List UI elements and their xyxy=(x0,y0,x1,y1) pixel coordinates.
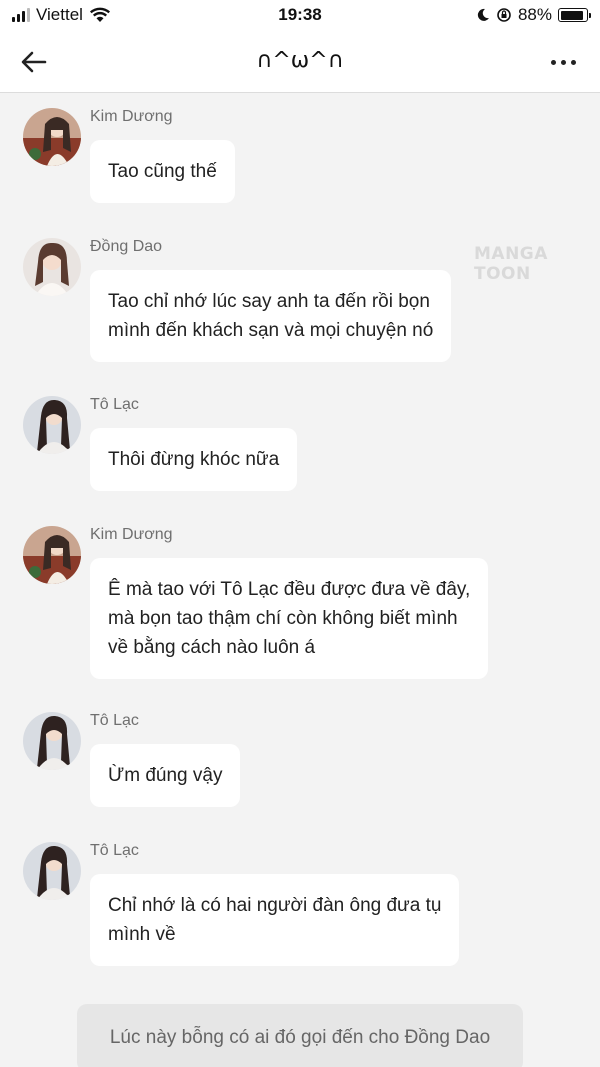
message-bubble[interactable]: Ừm đúng vậy xyxy=(90,744,241,807)
moon-icon xyxy=(477,8,489,21)
battery-fill xyxy=(560,10,583,20)
rotation-lock-icon xyxy=(497,8,511,22)
status-right: 88% xyxy=(476,5,591,25)
sender-name: Tô Lạc xyxy=(90,396,139,413)
sender-name: Kim Dương xyxy=(90,108,173,125)
dot-icon xyxy=(560,59,566,65)
sender-name: Tô Lạc xyxy=(90,712,139,729)
avatar[interactable] xyxy=(23,396,81,454)
message-bubble[interactable]: Ê mà tao với Tô Lạc đều được đưa về đây,… xyxy=(90,558,489,679)
watermark: MANGA TOON xyxy=(474,244,548,284)
battery-percent: 88% xyxy=(517,5,552,24)
avatar[interactable] xyxy=(23,238,81,296)
message-bubble[interactable]: Tao cũng thế xyxy=(90,140,235,203)
dot-icon xyxy=(550,59,556,65)
avatar[interactable] xyxy=(23,712,81,770)
message-bubble[interactable]: Tao chỉ nhớ lúc say anh ta đến rồi bọn m… xyxy=(90,270,452,362)
avatar[interactable] xyxy=(23,842,81,900)
status-bar: Viettel 19:38 88% xyxy=(0,0,600,30)
message-bubble[interactable]: Thôi đừng khóc nữa xyxy=(90,428,298,491)
avatar[interactable] xyxy=(23,108,81,166)
dot-icon xyxy=(570,59,576,65)
more-options-button[interactable] xyxy=(548,52,578,72)
message-bubble[interactable]: Chỉ nhớ là có hai người đàn ông đưa tụ m… xyxy=(90,874,460,966)
narration-bubble[interactable]: Lúc này bỗng có ai đó gọi đến cho Đồng D… xyxy=(77,1004,523,1067)
avatar[interactable] xyxy=(23,526,81,584)
battery-icon xyxy=(558,8,591,22)
nav-bar: ∩^ω^∩ xyxy=(0,30,600,93)
sender-name: Đồng Dao xyxy=(90,238,163,255)
sender-name: Kim Dương xyxy=(90,526,173,543)
sender-name: Tô Lạc xyxy=(90,842,139,859)
chat-title: ∩^ω^∩ xyxy=(256,48,344,73)
chat-area[interactable]: MANGA TOON Kim Dương Tao cũng thế Đồng D… xyxy=(0,94,600,1067)
